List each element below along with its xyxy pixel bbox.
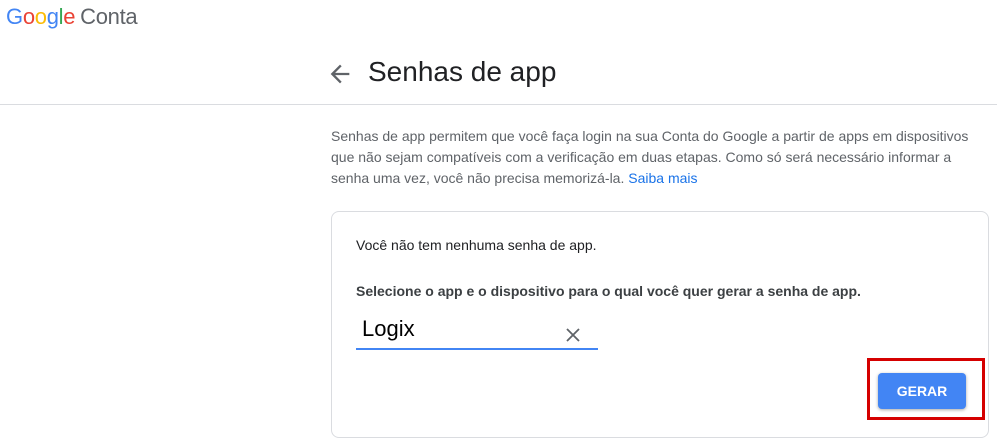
app-name-field: [356, 312, 598, 350]
generate-button[interactable]: GERAR: [878, 373, 966, 409]
back-button[interactable]: [326, 60, 354, 88]
empty-state-message: Você não tem nenhuma senha de app.: [356, 237, 597, 253]
app-passwords-card: Você não tem nenhuma senha de app. Selec…: [331, 211, 989, 438]
product-name: Conta: [80, 4, 138, 29]
logo-letter: e: [63, 4, 76, 29]
close-icon: [566, 328, 580, 342]
select-app-instruction: Selecione o app e o dispositivo para o q…: [356, 283, 861, 299]
google-account-logo[interactable]: Google Conta: [6, 4, 138, 30]
learn-more-link[interactable]: Saiba mais: [628, 170, 697, 186]
page-header: Senhas de app: [0, 42, 997, 105]
page-title: Senhas de app: [368, 56, 557, 87]
arrow-back-icon: [330, 64, 350, 84]
clear-button[interactable]: [564, 326, 582, 344]
top-bar: Google Conta: [0, 0, 997, 34]
logo-letter: g: [46, 4, 59, 29]
logo-letter: G: [6, 4, 23, 29]
logo-letter: o: [34, 4, 47, 29]
description: Senhas de app permitem que você faça log…: [331, 126, 981, 189]
app-name-input[interactable]: [356, 312, 556, 346]
logo-letter: o: [22, 4, 35, 29]
